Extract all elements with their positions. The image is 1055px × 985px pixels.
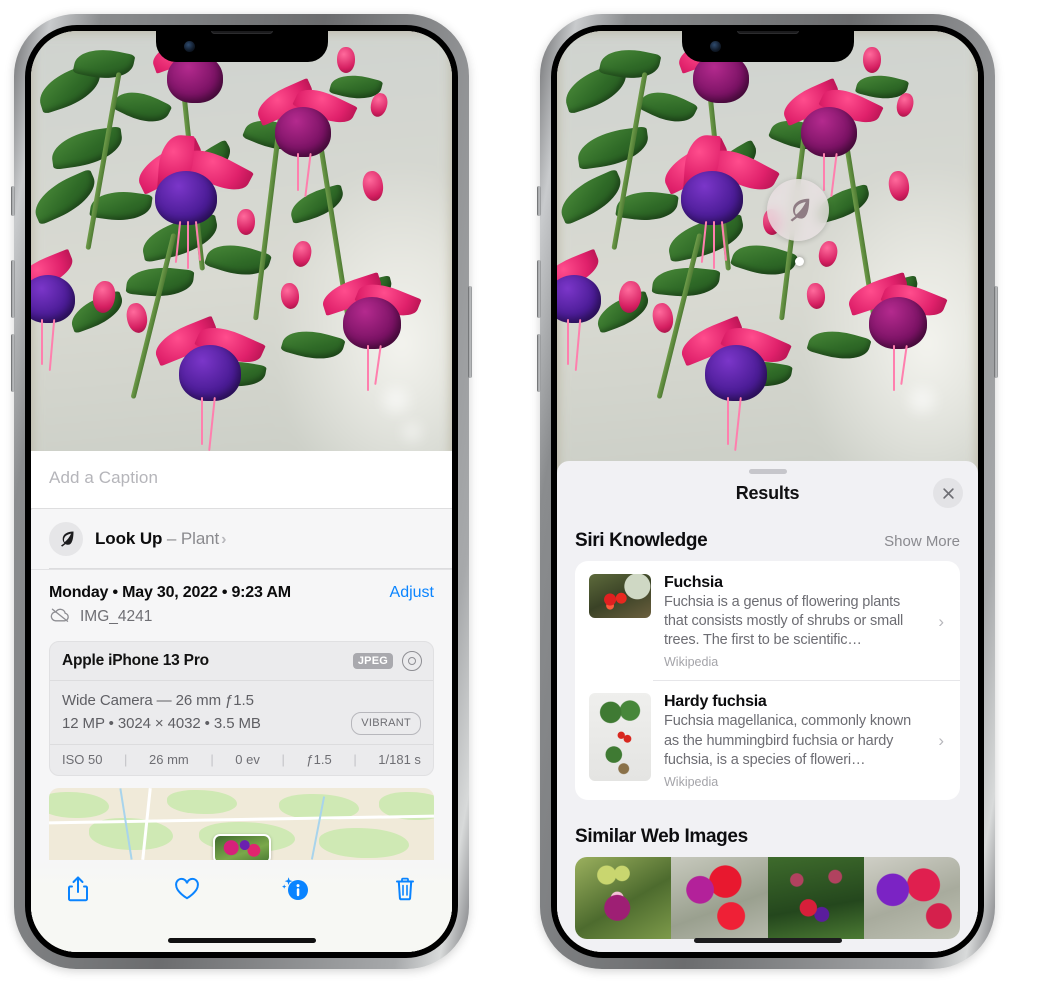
file-row: IMG_4241	[31, 604, 452, 641]
caption-row[interactable]: Add a Caption	[31, 450, 452, 509]
power-button[interactable]	[468, 286, 472, 378]
exif-stat-focal: 26 mm	[149, 752, 189, 767]
look-up-label: Look Up – Plant ›	[95, 529, 226, 549]
fuchsia-red-flowers-thumb	[589, 574, 651, 618]
exif-header: Apple iPhone 13 Pro JPEG	[50, 642, 433, 681]
knowledge-description: Fuchsia magellanica, commonly known as t…	[664, 713, 911, 768]
device-bezel: Add a Caption ✦ ✦ Look Up – Plant›	[25, 25, 458, 958]
fuchsia-web-image-4[interactable]	[863, 856, 960, 939]
visual-lookup-anchor-dot	[795, 257, 804, 266]
file-name: IMG_4241	[80, 608, 153, 625]
similar-web-images-strip	[575, 856, 960, 939]
camera-device: Apple iPhone 13 Pro	[62, 651, 209, 669]
similar-web-images-header: Similar Web Images	[557, 800, 978, 857]
results-header: Results	[557, 461, 978, 508]
results-title: Results	[735, 483, 800, 503]
iphone-left: Add a Caption ✦ ✦ Look Up – Plant›	[11, 14, 472, 969]
exif-stat-separator: |	[353, 752, 357, 767]
front-camera-icon	[183, 41, 195, 52]
hardy-fuchsia-specimen-thumb	[589, 693, 651, 782]
earpiece-speaker	[210, 31, 273, 34]
close-icon[interactable]	[933, 478, 963, 508]
results-sheet: Results Siri Knowledge Show More Fuchsia…	[557, 461, 978, 952]
cloud-slash-icon	[49, 607, 71, 628]
aperture-icon[interactable]	[402, 650, 422, 671]
siri-knowledge-card: Fuchsia Fuchsia is a genus of flowering …	[575, 561, 960, 800]
volume-down-button[interactable]	[11, 334, 15, 392]
show-more-button[interactable]: Show More	[884, 533, 960, 550]
section-title-similar-web-images: Similar Web Images	[575, 825, 748, 847]
silent-switch[interactable]	[11, 186, 15, 216]
look-up-dash: –	[166, 528, 177, 548]
adjust-button[interactable]: Adjust	[390, 584, 434, 602]
location-map[interactable]	[49, 788, 434, 860]
device-notch	[155, 31, 328, 62]
exif-body: Wide Camera — 26 mm ƒ1.5 12 MP • 3024 × …	[50, 681, 433, 745]
size-line: 12 MP • 3024 × 4032 • 3.5 MB	[62, 714, 261, 732]
fuchsia-web-image-1[interactable]	[575, 856, 672, 939]
fuchsia-web-image-2[interactable]	[671, 856, 768, 939]
photo-date: Monday • May 30, 2022 • 9:23 AM	[49, 583, 291, 601]
screenshot-stage: Add a Caption ✦ ✦ Look Up – Plant›	[0, 0, 1055, 985]
look-up-subject: Plant	[180, 528, 220, 548]
chevron-right-icon: ›	[938, 731, 944, 751]
photographic-style-badge: VIBRANT	[351, 711, 421, 735]
share-button[interactable]	[61, 872, 95, 906]
favorite-button[interactable]	[170, 872, 204, 906]
sparkle-icon-large: ✦	[31, 503, 34, 518]
knowledge-title: Hardy fuchsia	[664, 693, 767, 711]
list-item[interactable]: Hardy fuchsia Fuchsia magellanica, commo…	[575, 680, 960, 799]
exif-card: Apple iPhone 13 Pro JPEG Wide Camera — 2…	[49, 640, 434, 776]
map-photo-pin[interactable]	[212, 834, 271, 860]
home-indicator[interactable]	[167, 938, 316, 943]
power-button[interactable]	[994, 286, 998, 378]
exif-stat-separator: |	[281, 752, 285, 767]
knowledge-description: Fuchsia is a genus of flowering plants t…	[664, 594, 904, 649]
delete-button[interactable]	[388, 872, 422, 906]
fuchsia-web-image-3[interactable]	[767, 856, 864, 939]
exif-stat-ev: 0 ev	[235, 752, 260, 767]
front-camera-icon	[709, 41, 721, 52]
volume-up-button[interactable]	[11, 260, 15, 318]
caption-input[interactable]: Add a Caption	[49, 468, 434, 488]
home-indicator[interactable]	[693, 938, 842, 943]
section-title-siri-knowledge: Siri Knowledge	[575, 530, 708, 551]
info-button[interactable]	[279, 872, 313, 906]
volume-up-button[interactable]	[537, 260, 541, 318]
exif-stat-aperture: ƒ1.5	[306, 752, 332, 767]
look-up-title: Look Up	[95, 528, 163, 548]
knowledge-title: Fuchsia	[664, 574, 723, 591]
format-badge: JPEG	[352, 652, 393, 669]
device-notch	[681, 31, 854, 62]
leaf-icon	[49, 521, 83, 556]
exif-stat-shutter: 1/181 s	[378, 752, 421, 767]
leaf-icon	[790, 198, 810, 222]
silent-switch[interactable]	[537, 186, 541, 216]
device-bezel: Results Siri Knowledge Show More Fuchsia…	[551, 25, 984, 958]
exif-stat-iso: ISO 50	[62, 752, 103, 767]
list-item[interactable]: Fuchsia Fuchsia is a genus of flowering …	[575, 561, 960, 680]
screen-right: Results Siri Knowledge Show More Fuchsia…	[557, 31, 978, 952]
chevron-right-icon: ›	[221, 530, 227, 548]
iphone-right: Results Siri Knowledge Show More Fuchsia…	[537, 14, 998, 969]
siri-knowledge-header: Siri Knowledge Show More	[557, 504, 978, 561]
screen-left: Add a Caption ✦ ✦ Look Up – Plant›	[31, 31, 452, 952]
chevron-right-icon: ›	[938, 611, 944, 631]
exif-stat-separator: |	[124, 752, 128, 767]
earpiece-speaker	[736, 31, 799, 34]
knowledge-source: Wikipedia	[664, 655, 719, 670]
lens-line: Wide Camera — 26 mm ƒ1.5	[62, 691, 254, 709]
date-row: Monday • May 30, 2022 • 9:23 AM Adjust	[31, 570, 452, 604]
exif-stats: ISO 50 | 26 mm | 0 ev | ƒ1.5 | 1/181 s	[50, 744, 433, 775]
knowledge-source: Wikipedia	[664, 774, 719, 789]
look-up-row[interactable]: ✦ ✦ Look Up – Plant›	[31, 503, 452, 570]
visual-lookup-badge[interactable]	[767, 179, 829, 241]
exif-stat-separator: |	[210, 752, 214, 767]
volume-down-button[interactable]	[537, 334, 541, 392]
